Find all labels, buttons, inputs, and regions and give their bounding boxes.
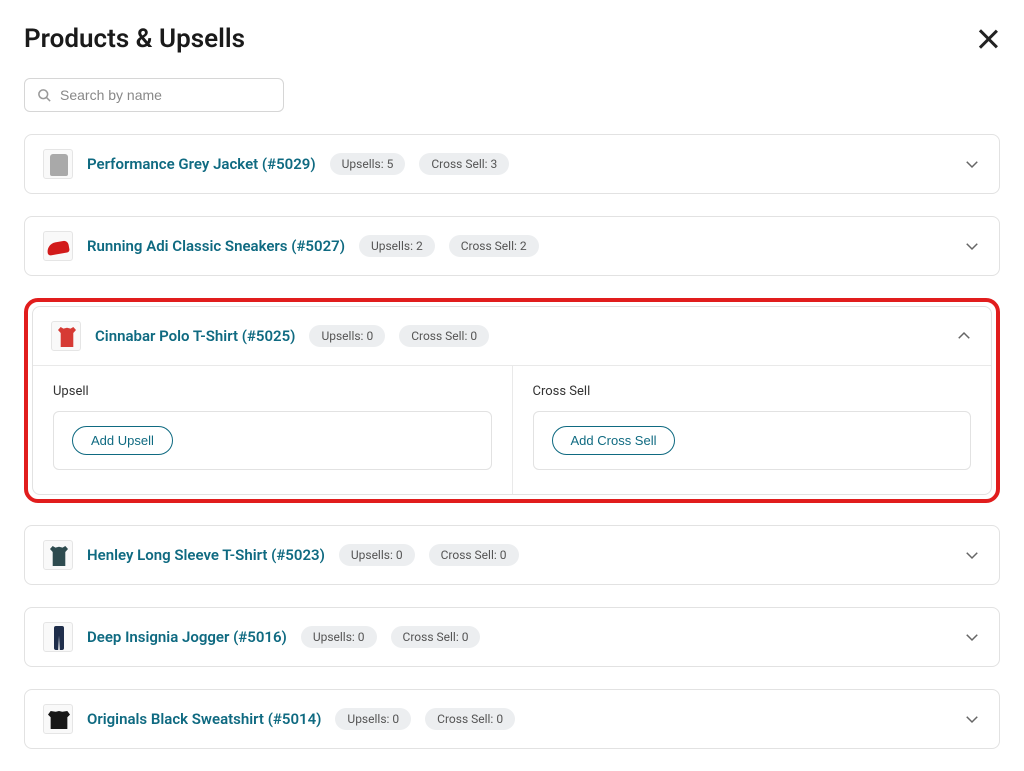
product-header[interactable]: Running Adi Classic Sneakers (#5027) Upse… [25, 217, 999, 275]
chevron-up-icon [955, 327, 973, 345]
cross-sell-badge: Cross Sell: 0 [425, 708, 515, 730]
product-name: Cinnabar Polo T-Shirt (#5025) [95, 327, 295, 345]
product-name: Running Adi Classic Sneakers (#5027) [87, 237, 345, 255]
search-box[interactable] [24, 78, 284, 112]
cross-sell-badge: Cross Sell: 0 [391, 626, 481, 648]
search-input[interactable] [60, 87, 271, 103]
product-row: Henley Long Sleeve T-Shirt (#5023) Upsell… [24, 525, 1000, 585]
cross-sell-badge: Cross Sell: 3 [419, 153, 509, 175]
page-title: Products & Upsells [24, 24, 245, 54]
upsells-badge: Upsells: 0 [301, 626, 377, 648]
product-row: Running Adi Classic Sneakers (#5027) Upse… [24, 216, 1000, 276]
chevron-down-icon [963, 155, 981, 173]
cross-sell-badge: Cross Sell: 0 [429, 544, 519, 566]
upsell-label: Upsell [53, 384, 492, 399]
product-name: Originals Black Sweatshirt (#5014) [87, 710, 321, 728]
product-thumbnail [43, 540, 73, 570]
product-name: Deep Insignia Jogger (#5016) [87, 628, 287, 646]
cross-sell-column: Cross Sell Add Cross Sell [512, 366, 992, 494]
upsell-column: Upsell Add Upsell [33, 366, 512, 494]
cross-sell-label: Cross Sell [533, 384, 972, 399]
upsells-badge: Upsells: 0 [309, 325, 385, 347]
product-row: Deep Insignia Jogger (#5016) Upsells: 0 Cr… [24, 607, 1000, 667]
product-name: Performance Grey Jacket (#5029) [87, 155, 316, 173]
chevron-down-icon [963, 628, 981, 646]
product-row: Cinnabar Polo T-Shirt (#5025) Upsells: 0 C… [32, 306, 992, 495]
product-thumbnail [43, 149, 73, 179]
product-header[interactable]: Originals Black Sweatshirt (#5014) Upsell… [25, 690, 999, 748]
upsells-badge: Upsells: 0 [335, 708, 411, 730]
product-header[interactable]: Deep Insignia Jogger (#5016) Upsells: 0 Cr… [25, 608, 999, 666]
chevron-down-icon [963, 237, 981, 255]
search-icon [37, 88, 52, 103]
product-row: Performance Grey Jacket (#5029) Upsells: … [24, 134, 1000, 194]
expanded-body: Upsell Add Upsell Cross Sell Add Cross Sell [33, 365, 991, 494]
chevron-down-icon [963, 710, 981, 728]
product-header[interactable]: Cinnabar Polo T-Shirt (#5025) Upsells: 0 C… [33, 307, 991, 365]
highlighted-frame: Cinnabar Polo T-Shirt (#5025) Upsells: 0 C… [24, 298, 1000, 503]
product-thumbnail [43, 231, 73, 261]
product-thumbnail [43, 622, 73, 652]
upsell-well: Add Upsell [53, 411, 492, 470]
add-cross-sell-button[interactable]: Add Cross Sell [552, 426, 676, 455]
close-icon[interactable] [976, 27, 1000, 51]
upsells-badge: Upsells: 2 [359, 235, 435, 257]
product-header[interactable]: Performance Grey Jacket (#5029) Upsells: … [25, 135, 999, 193]
add-upsell-button[interactable]: Add Upsell [72, 426, 173, 455]
cross-sell-badge: Cross Sell: 0 [399, 325, 489, 347]
product-header[interactable]: Henley Long Sleeve T-Shirt (#5023) Upsell… [25, 526, 999, 584]
cross-sell-badge: Cross Sell: 2 [449, 235, 539, 257]
upsells-badge: Upsells: 0 [339, 544, 415, 566]
cross-sell-well: Add Cross Sell [533, 411, 972, 470]
product-name: Henley Long Sleeve T-Shirt (#5023) [87, 546, 325, 564]
upsells-badge: Upsells: 5 [330, 153, 406, 175]
product-thumbnail [43, 704, 73, 734]
product-row: Originals Black Sweatshirt (#5014) Upsell… [24, 689, 1000, 749]
chevron-down-icon [963, 546, 981, 564]
product-thumbnail [51, 321, 81, 351]
